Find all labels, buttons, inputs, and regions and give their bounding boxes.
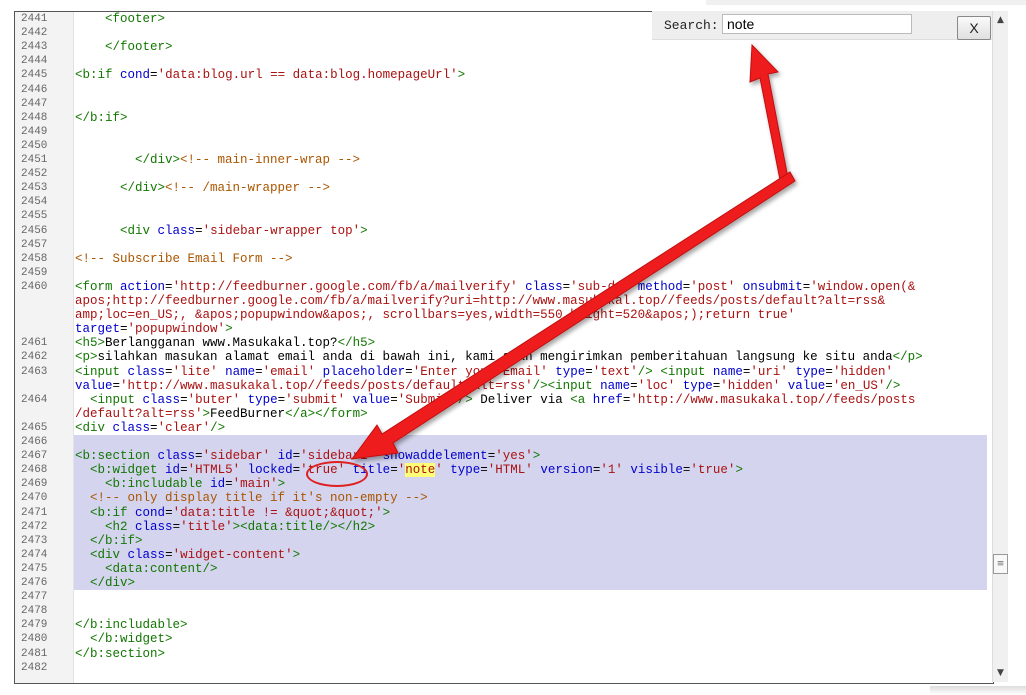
arrow-to-search-icon bbox=[749, 43, 789, 181]
arrow-to-true-icon bbox=[350, 171, 796, 460]
bottom-edge bbox=[930, 686, 1026, 695]
annotation-arrow-icon bbox=[350, 43, 796, 460]
